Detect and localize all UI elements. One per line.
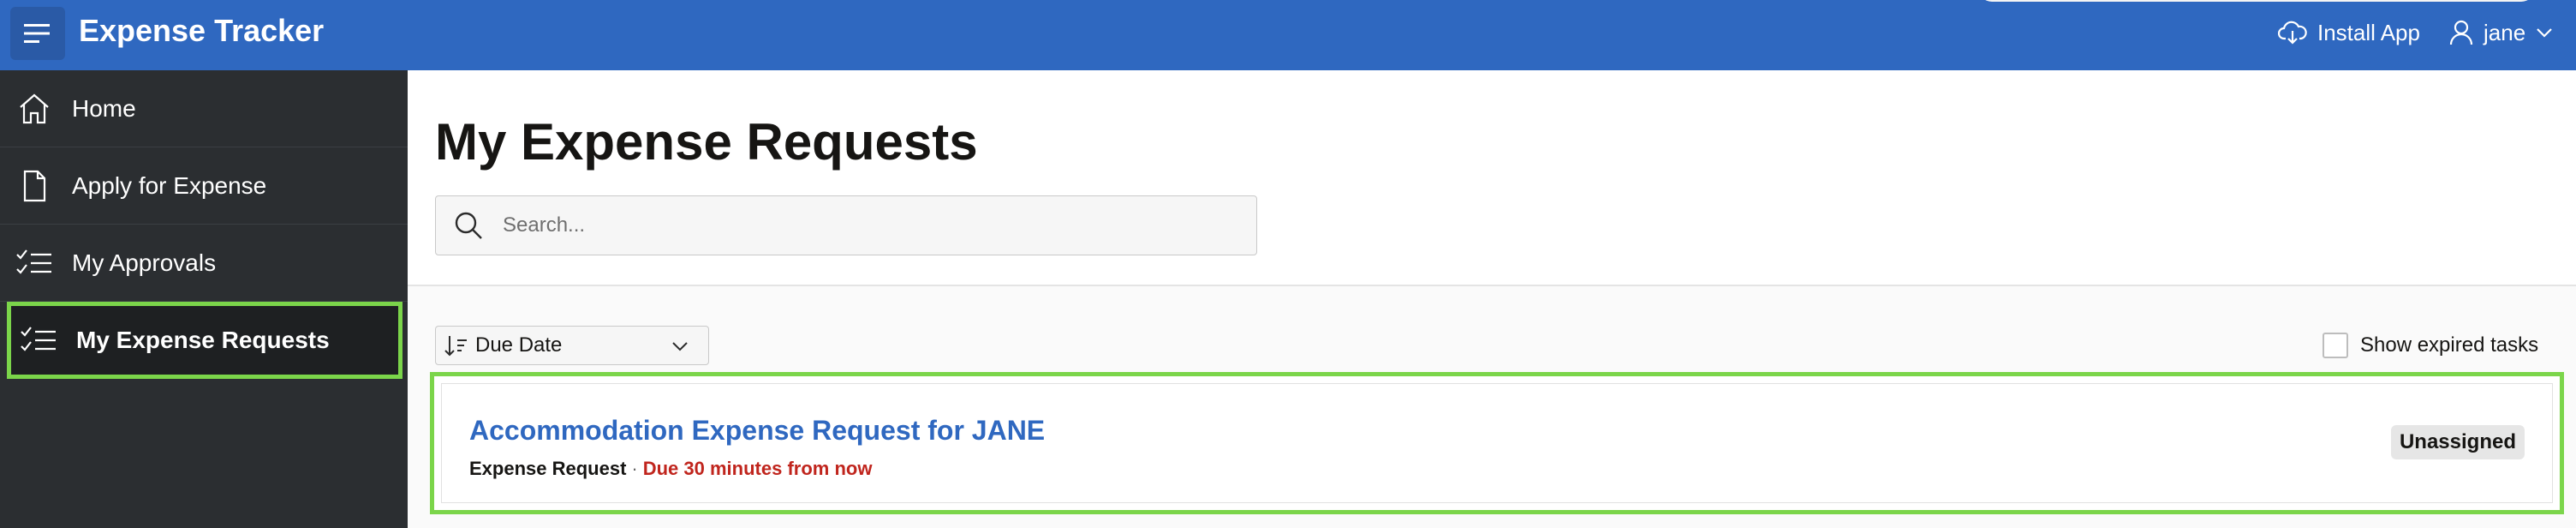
page-title: My Expense Requests [435,113,978,171]
search-icon [455,212,482,239]
sidebar-item-label: Apply for Expense [72,171,267,199]
task-meta: Expense Request · Due 30 minutes from now [469,456,872,482]
sidebar: Home Apply for Expense My Approvals My E… [0,70,408,528]
task-card[interactable]: Accommodation Expense Request for JANE E… [430,372,2564,514]
checklist-icon [18,320,59,361]
search-input[interactable] [501,213,1241,238]
username-label: jane [2484,19,2526,45]
cloud-download-icon [2278,21,2307,45]
task-type: Expense Request [469,458,627,479]
chevron-down-icon [2537,28,2552,38]
install-app-button[interactable]: Install App [2278,15,2420,50]
top-header: Expense Tracker Install App jane [0,0,2576,70]
sort-selected-value: Due Date [475,333,563,357]
hamburger-menu-button[interactable] [10,7,65,60]
global-search-pill[interactable] [1978,0,2535,2]
sidebar-item-label: My Approvals [72,249,217,276]
chevron-down-icon [672,342,688,351]
sidebar-item-my-approvals[interactable]: My Approvals [0,225,408,302]
show-expired-checkbox[interactable] [2323,333,2348,358]
user-icon [2449,20,2473,45]
task-due: Due 30 minutes from now [642,458,873,479]
sidebar-item-apply-for-expense[interactable]: Apply for Expense [0,147,408,225]
home-icon [14,88,55,129]
show-expired-label: Show expired tasks [2360,333,2539,357]
checklist-icon [14,243,55,284]
install-app-label: Install App [2317,19,2420,45]
sidebar-item-my-expense-requests[interactable]: My Expense Requests [7,302,402,379]
sort-dropdown[interactable]: Due Date [435,326,709,365]
sort-descending-icon [444,336,467,357]
document-icon [14,165,55,207]
meta-separator: · [631,458,638,479]
sidebar-item-label: My Expense Requests [76,327,330,353]
task-title-link[interactable]: Accommodation Expense Request for JANE [469,413,1045,447]
sidebar-item-home[interactable]: Home [0,70,408,147]
hamburger-icon [24,24,50,43]
task-card-body: Accommodation Expense Request for JANE E… [441,383,2553,503]
status-badge: Unassigned [2390,425,2525,459]
show-expired-toggle[interactable]: Show expired tasks [2323,333,2538,358]
app-title[interactable]: Expense Tracker [79,12,324,50]
user-menu[interactable]: jane [2449,15,2553,50]
sidebar-item-label: Home [72,94,136,122]
search-field[interactable] [435,195,1257,255]
